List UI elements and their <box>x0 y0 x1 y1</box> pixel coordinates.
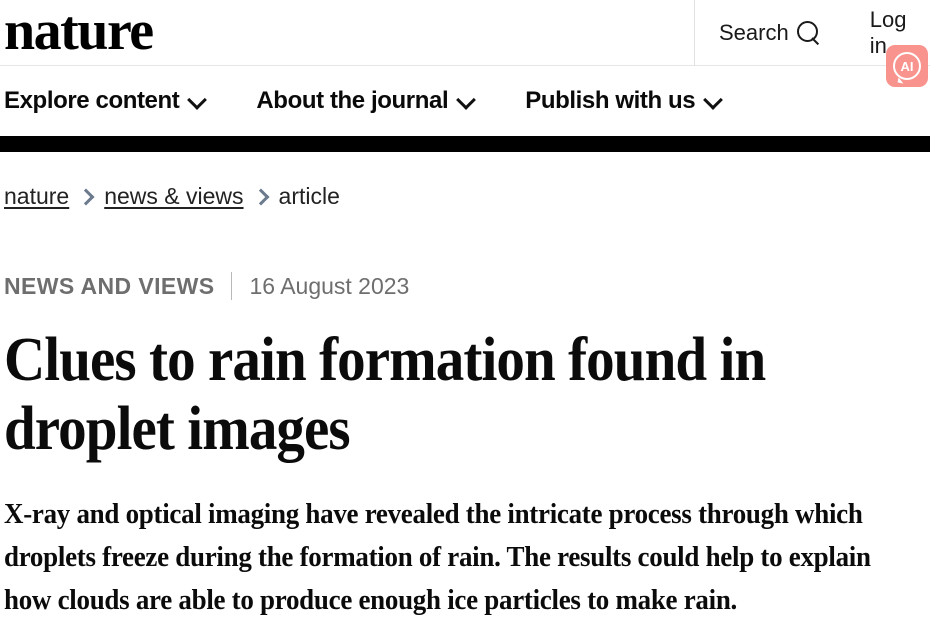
article-headline: Clues to rain formation found in droplet… <box>4 326 766 464</box>
nav-item-publish-with-us[interactable]: Publish with us <box>525 87 720 115</box>
chevron-right-icon <box>255 190 268 203</box>
nav-label: Explore content <box>4 87 180 114</box>
site-header: nature Search Log in AI <box>0 0 930 87</box>
article-meta: NEWS AND VIEWS 16 August 2023 <box>4 272 924 300</box>
search-icon <box>796 20 822 46</box>
nature-logo-link[interactable]: nature <box>0 0 154 65</box>
meta-divider <box>231 272 233 300</box>
breadcrumb: nature news & views article <box>4 183 924 210</box>
header-black-divider <box>0 136 930 152</box>
ai-assistant-button[interactable]: AI <box>886 45 928 87</box>
ai-speech-bubble-icon: AI <box>893 52 921 80</box>
chevron-down-icon <box>458 92 473 107</box>
article-kicker: NEWS AND VIEWS <box>4 272 215 299</box>
breadcrumb-item-news-and-views[interactable]: news & views <box>104 183 243 210</box>
article-standfirst: X-ray and optical imaging have revealed … <box>4 497 871 616</box>
primary-navigation: Explore content About the journal Publis… <box>0 66 930 136</box>
article-container: nature news & views article NEWS AND VIE… <box>0 183 930 622</box>
ai-badge-label: AI <box>900 58 914 74</box>
search-label: Search <box>719 20 789 45</box>
nav-label: Publish with us <box>525 87 696 114</box>
nature-wordmark: nature <box>4 0 154 62</box>
nav-item-about-the-journal[interactable]: About the journal <box>256 87 473 115</box>
nav-label: About the journal <box>256 87 449 114</box>
chevron-down-icon <box>705 92 720 107</box>
article-publication-date: 16 August 2023 <box>249 272 410 299</box>
search-button[interactable]: Search <box>719 20 822 46</box>
nav-item-explore-content[interactable]: Explore content <box>4 87 204 115</box>
breadcrumb-item-article: article <box>278 183 340 209</box>
chevron-down-icon <box>189 92 204 107</box>
chevron-right-icon <box>80 190 93 203</box>
breadcrumb-item-nature[interactable]: nature <box>4 183 69 210</box>
